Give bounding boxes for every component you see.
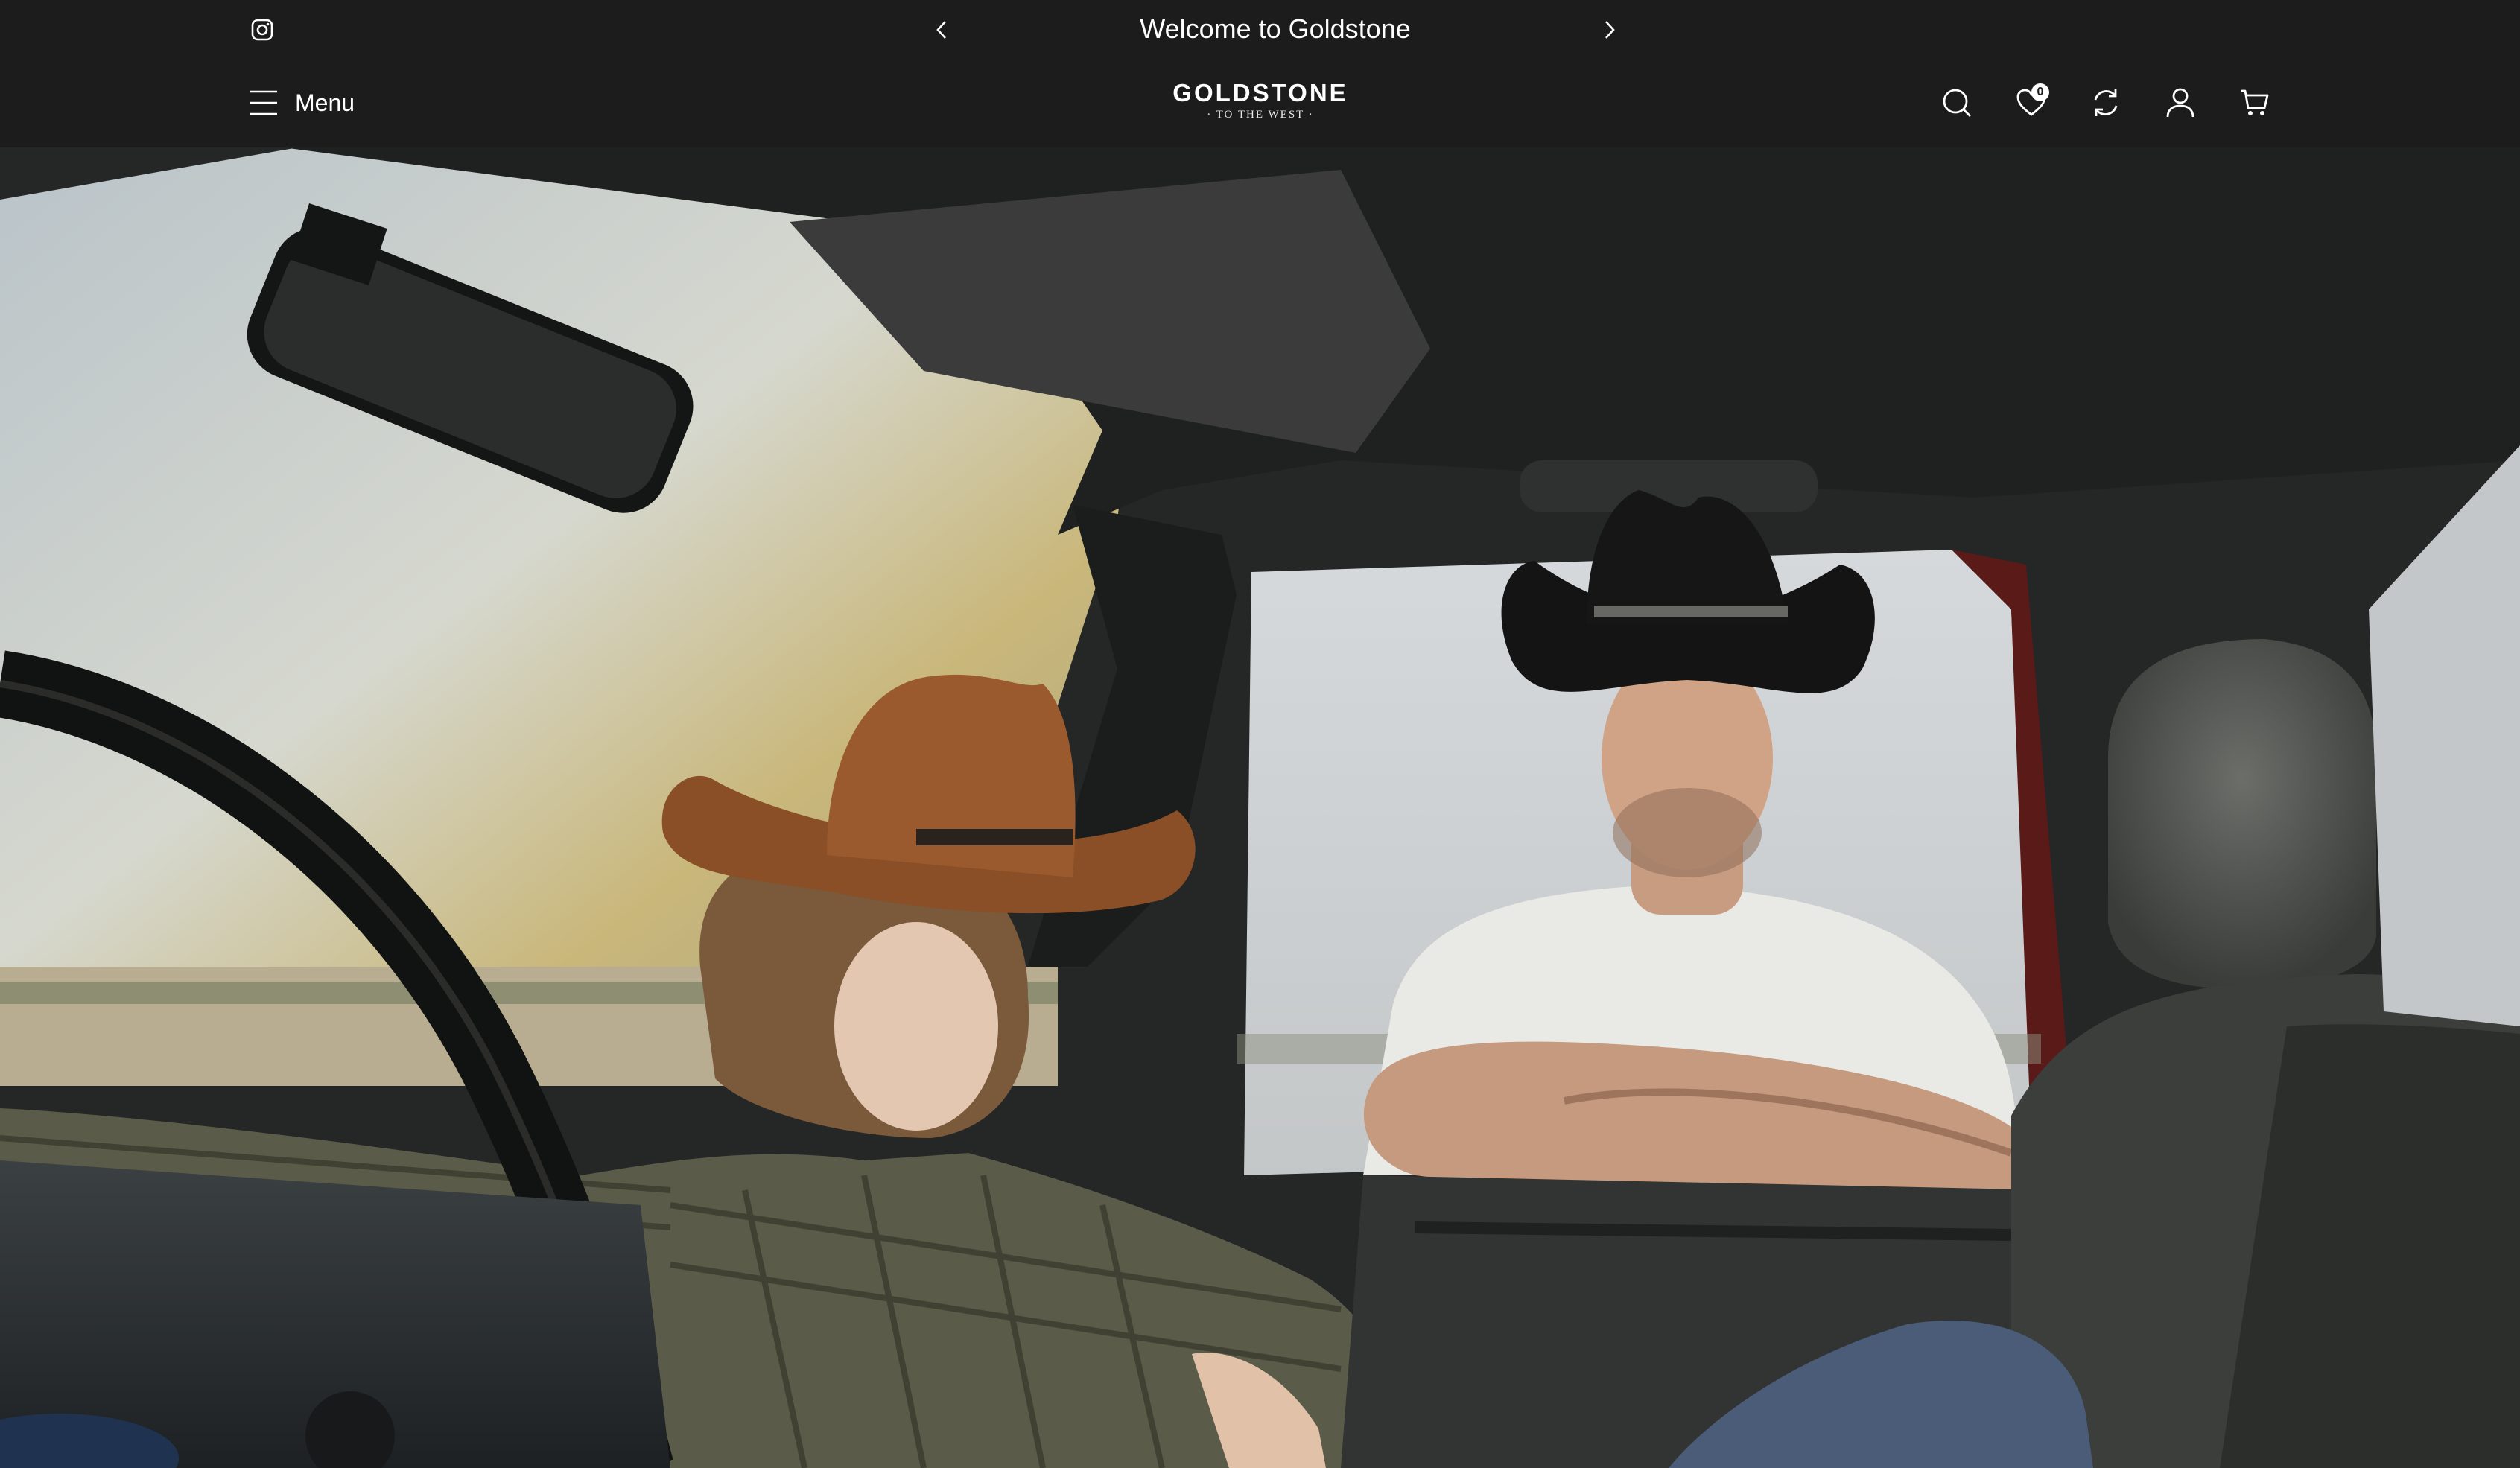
wishlist-button[interactable]: 0 (2012, 83, 2051, 122)
announcement-prev-button[interactable] (927, 15, 956, 45)
menu-button[interactable]: Menu (249, 83, 355, 122)
page: Welcome to Goldstone Menu GOLDSTONE · TO… (0, 0, 2520, 1468)
chevron-right-icon (1605, 21, 1615, 39)
announcement-text: Welcome to Goldstone (1140, 13, 1411, 44)
cart-icon (2241, 89, 2269, 115)
logo[interactable]: GOLDSTONE · TO THE WEST · (1156, 79, 1365, 127)
announcement-next-button[interactable] (1595, 15, 1625, 45)
site-header: Menu GOLDSTONE · TO THE WEST · 0 (0, 58, 2520, 147)
refresh-icon (2094, 89, 2118, 116)
account-button[interactable] (2161, 83, 2200, 122)
logo-brand: GOLDSTONE (1172, 79, 1348, 107)
logo-tagline: · TO THE WEST · (1207, 109, 1314, 121)
search-icon (1943, 89, 1971, 117)
cart-button[interactable] (2235, 83, 2274, 122)
menu-label: Menu (295, 89, 355, 116)
compare-button[interactable] (2086, 83, 2125, 122)
hero-banner[interactable] (0, 147, 2520, 1468)
chevron-left-icon (936, 21, 946, 39)
header-icons: 0 (1937, 83, 2274, 122)
wishlist-count-badge: 0 (2031, 83, 2049, 101)
search-button[interactable] (1937, 83, 1976, 122)
user-icon (2166, 88, 2194, 118)
hamburger-icon (250, 90, 277, 115)
instagram-icon[interactable] (249, 16, 276, 43)
hero-photo (0, 147, 2520, 1468)
announcement-bar: Welcome to Goldstone (0, 0, 2520, 58)
